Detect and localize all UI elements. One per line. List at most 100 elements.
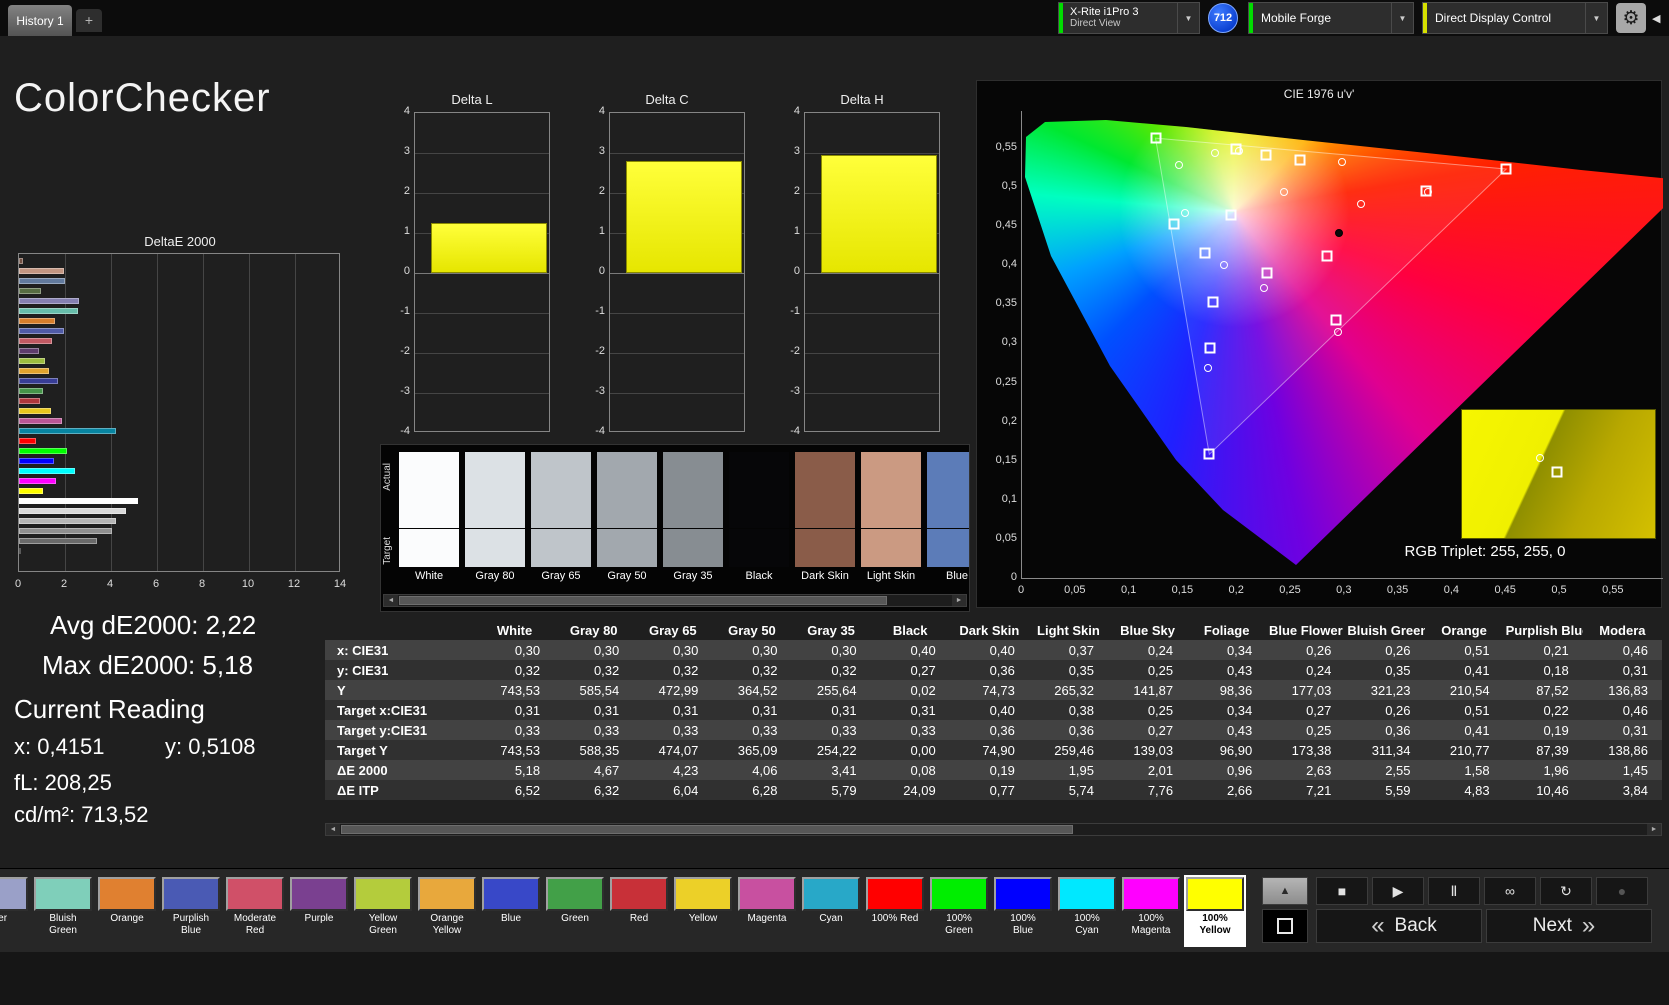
table-cell: 0,27 (910, 662, 936, 678)
table-cell: 6,28 (752, 782, 778, 798)
patch-strip-scroll-thumb[interactable] (399, 596, 887, 605)
meter-dropdown[interactable]: X-Rite i1Pro 3 Direct View ▼ (1058, 2, 1200, 34)
cie-x-tick-label: 0,3 (1336, 584, 1352, 596)
table-row: Target x:CIE31 0,31 0,31 0,31 0,31 0,31 0,31 0,… (325, 700, 1662, 720)
pattern-label: 100% Blue (1010, 913, 1036, 936)
window-pattern-button[interactable] (1262, 909, 1308, 943)
pattern-button[interactable]: Orange Yellow (418, 877, 476, 945)
chevron-down-icon[interactable]: ▼ (1391, 3, 1413, 33)
table-scroll-track[interactable] (340, 824, 1647, 835)
y-tick-label: -3 (595, 385, 605, 397)
cie-y-tick-label: 0,55 (995, 140, 1017, 153)
eject-icon: ▲ (1279, 885, 1291, 897)
pattern-button[interactable]: Cyan (802, 877, 860, 945)
target-patch (927, 529, 969, 567)
pattern-button[interactable]: Moderate Red (226, 877, 284, 945)
eject-button[interactable]: ▲ (1262, 877, 1308, 905)
display-control-dropdown[interactable]: Direct Display Control ▼ (1422, 2, 1608, 34)
back-button[interactable]: « Back (1316, 909, 1482, 943)
continuous-button[interactable]: ∞ (1484, 877, 1536, 905)
pattern-button[interactable]: Yellow (674, 877, 732, 945)
cie-measured-marker (1180, 208, 1189, 217)
cie-target-marker (1225, 209, 1237, 221)
table-cell: 265,32 (1054, 682, 1094, 698)
meter-count-badge[interactable]: 712 (1208, 3, 1238, 33)
table-cell: 743,53 (500, 742, 541, 758)
loop-button[interactable]: ↻ (1540, 877, 1592, 905)
pattern-button[interactable]: 100% Green (930, 877, 988, 945)
table-cell: 5,59 (1385, 782, 1411, 798)
table-cell: 0,24 (1306, 662, 1332, 678)
stop-button[interactable]: ■ (1316, 877, 1368, 905)
x-tick-label: 0 (14, 578, 22, 590)
table-cell: 364,52 (737, 682, 778, 698)
next-button[interactable]: Next » (1486, 909, 1652, 943)
pattern-button[interactable]: Magenta (738, 877, 796, 945)
delta-e-bar (19, 328, 65, 334)
patch-strip-scrollbar[interactable]: ◄ ► (383, 594, 967, 607)
pattern-button[interactable]: Red (610, 877, 668, 945)
pattern-button[interactable]: 100% Yellow (1186, 877, 1244, 945)
pattern-button[interactable]: Purplish Blue (162, 877, 220, 945)
cie-measured-marker (1279, 187, 1288, 196)
chevron-down-icon[interactable]: ▼ (1585, 3, 1607, 33)
patch-strip-scroll-track[interactable] (398, 595, 952, 606)
table-cell: 0,30 (831, 642, 857, 658)
pattern-button[interactable]: Orange (98, 877, 156, 945)
pattern-button[interactable]: Blue (482, 877, 540, 945)
pattern-button[interactable]: 100% Cyan (1058, 877, 1116, 945)
y-tick-label: -1 (400, 305, 410, 317)
pattern-button[interactable]: Purple (290, 877, 348, 945)
scroll-right-icon[interactable]: ► (1647, 824, 1661, 835)
record-button[interactable]: ● (1596, 877, 1648, 905)
table-row-label: Target y:CIE31 (337, 722, 428, 738)
scroll-left-icon[interactable]: ◄ (384, 595, 398, 606)
gridline (415, 313, 549, 314)
pattern-button[interactable]: Bluish Green (34, 877, 92, 945)
y-tick-label: 4 (598, 105, 605, 117)
actual-patch (861, 452, 921, 528)
delta-e-bar (19, 498, 139, 504)
chevron-down-icon[interactable]: ▼ (1177, 3, 1199, 33)
pattern-button[interactable]: 100% Magenta (1122, 877, 1180, 945)
pattern-label: Cyan (819, 913, 843, 924)
actual-patch (927, 452, 969, 528)
pattern-source-dropdown[interactable]: Mobile Forge ▼ (1248, 2, 1414, 34)
scroll-left-icon[interactable]: ◄ (326, 824, 340, 835)
delta-e-bar (19, 468, 76, 474)
play-button[interactable]: ▶ (1372, 877, 1424, 905)
delta-c-chart: Delta C 4 3 2 1 0 -1 -2 -3 -4 (587, 92, 747, 442)
back-arrow-icon: « (1371, 912, 1385, 939)
pattern-button[interactable]: 100% Blue (994, 877, 1052, 945)
table-scrollbar[interactable]: ◄ ► (325, 823, 1662, 836)
table-cell: 0,22 (1543, 702, 1569, 718)
table-cell: 588,35 (579, 742, 620, 758)
table-cell: 139,03 (1133, 742, 1174, 758)
gridline (249, 254, 250, 571)
table-cell: 0,35 (1068, 662, 1094, 678)
patch-column: White (399, 452, 459, 582)
table-column-header: Blue Flower (1268, 622, 1343, 638)
table-cell: 0,38 (1068, 702, 1094, 718)
cie-y-tick-label: 0,45 (995, 219, 1017, 232)
y-tick-label: 0 (403, 265, 410, 277)
pattern-button[interactable]: Yellow Green (354, 877, 412, 945)
pattern-button[interactable]: Green (546, 877, 604, 945)
table-row: x: CIE31 0,30 0,30 0,30 0,30 0,30 0,40 0,40 0,37… (325, 640, 1662, 660)
table-column-header: White (496, 622, 533, 638)
table-cell: 0,26 (1306, 642, 1332, 658)
settings-gear-button[interactable]: ⚙ (1616, 3, 1646, 33)
pattern-button[interactable]: wer (0, 877, 28, 945)
pause-button[interactable]: Ⅱ (1428, 877, 1480, 905)
scroll-right-icon[interactable]: ► (952, 595, 966, 606)
collapse-panel-arrow[interactable]: ◀ (1652, 12, 1660, 25)
table-cell: 0,27 (1147, 722, 1174, 738)
tab-history-1[interactable]: History 1 (8, 5, 72, 36)
table-scroll-thumb[interactable] (341, 825, 1073, 834)
pattern-button[interactable]: 100% Red (866, 877, 924, 945)
pattern-swatch (1122, 877, 1180, 911)
delta-e-bar (19, 368, 49, 374)
add-tab-button[interactable]: + (76, 9, 102, 32)
table-cell: 0,40 (910, 642, 936, 658)
cie-target-marker (1294, 154, 1306, 166)
